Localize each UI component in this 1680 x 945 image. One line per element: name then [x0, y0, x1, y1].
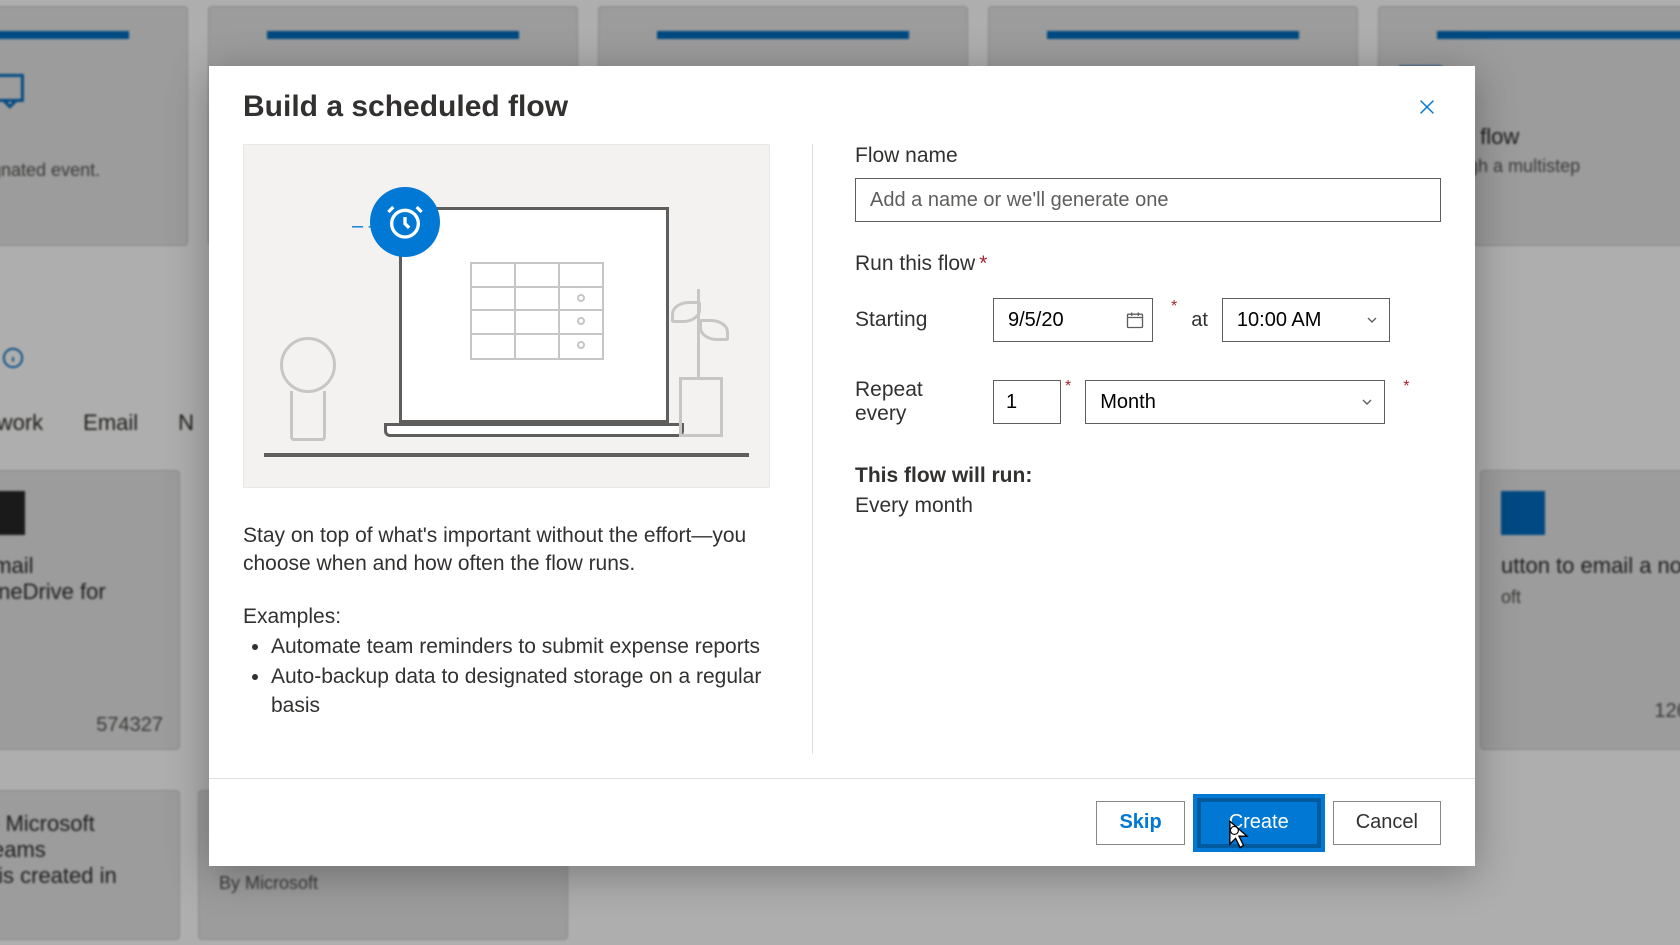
- dialog-form: Flow name Run this flow* Starting * at: [813, 144, 1441, 754]
- run-summary-label: This flow will run:: [855, 464, 1441, 488]
- flow-name-input[interactable]: [855, 178, 1441, 222]
- cancel-button[interactable]: Cancel: [1333, 801, 1441, 845]
- description-text: Stay on top of what's important without …: [243, 522, 770, 579]
- scheduled-flow-dialog: Build a scheduled flow – – ✦: [209, 66, 1475, 866]
- start-date-input[interactable]: [993, 298, 1153, 342]
- dialog-left-pane: – – ✦: [243, 144, 813, 754]
- examples-list: Automate team reminders to submit expens…: [243, 633, 770, 720]
- run-summary-text: Every month: [855, 494, 1441, 518]
- dialog-footer: Skip Create Cancel: [209, 778, 1475, 866]
- skip-button[interactable]: Skip: [1096, 801, 1184, 845]
- close-icon: [1416, 96, 1438, 118]
- alarm-clock-icon: [370, 187, 440, 257]
- create-button[interactable]: Create: [1197, 798, 1321, 848]
- run-flow-label: Run this flow*: [855, 252, 1441, 276]
- start-time-select[interactable]: 10:00 AM: [1222, 298, 1390, 342]
- starting-label: Starting: [855, 308, 979, 332]
- at-label: at: [1191, 309, 1208, 332]
- example-item: Automate team reminders to submit expens…: [271, 633, 770, 661]
- examples-heading: Examples:: [243, 603, 770, 631]
- repeat-label: Repeat every: [855, 378, 979, 426]
- repeat-unit-select[interactable]: Month: [1085, 380, 1385, 424]
- dialog-title: Build a scheduled flow: [243, 90, 568, 124]
- close-button[interactable]: [1413, 93, 1441, 121]
- repeat-count-input[interactable]: [993, 380, 1061, 424]
- example-item: Auto-backup data to designated storage o…: [271, 663, 770, 720]
- dialog-description: Stay on top of what's important without …: [243, 522, 770, 720]
- scheduled-flow-illustration: – – ✦: [243, 144, 770, 488]
- flow-name-label: Flow name: [855, 144, 1441, 168]
